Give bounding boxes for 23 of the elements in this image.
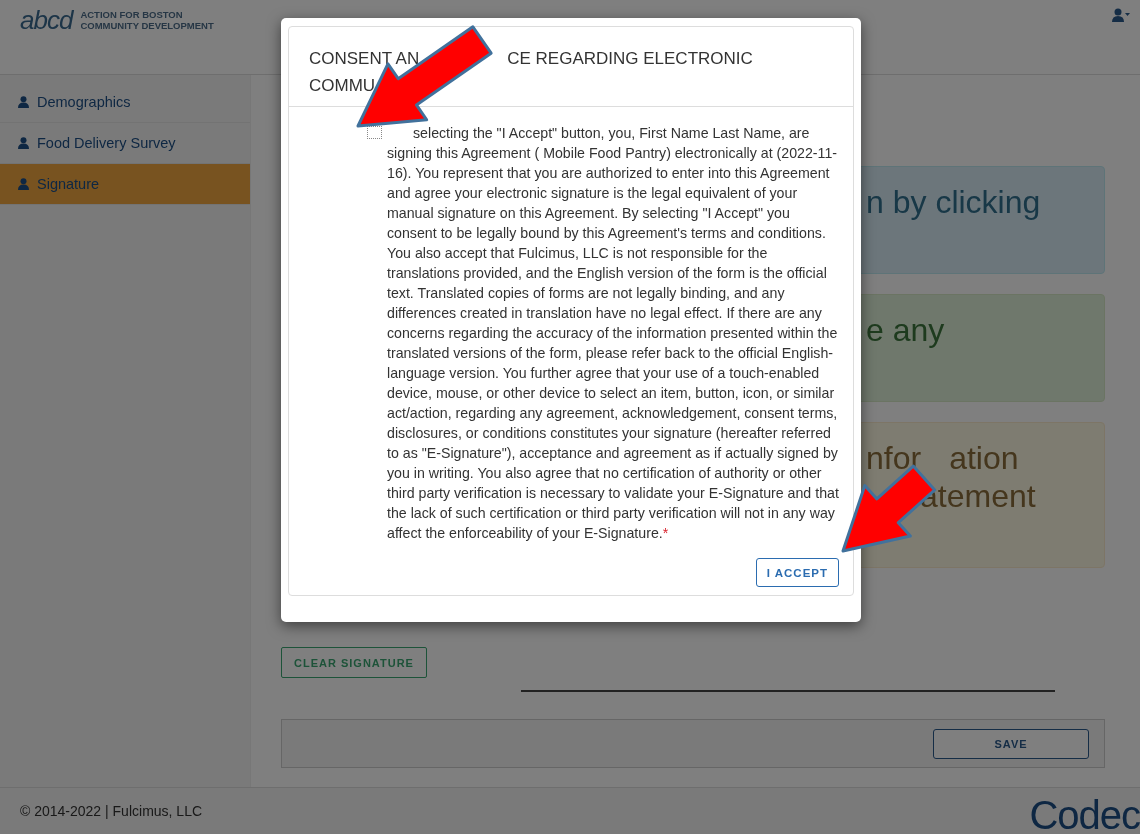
user-icon — [18, 137, 29, 149]
notice-text: n by clicking — [866, 183, 1041, 221]
consent-text: selecting the "I Accept" button, you, First Name Last Name, are signing this Agreement ( Mobile Food Pantry) electronically at (2022-11-16). You represent that you are authorized to enter into this Agreement and agree your electronic signature is the legal equivalent of your manual signature on this Agreement. By selecting "I Accept" you consent to be legally bound by this Agreement's terms and conditions. You also accept that Fulcimus, LLC is not responsible for the translations provided, and the English version of the form is the official text. Translated copies of forms are not legally binding, and any differences created in translation have no legal effect. If there are any concerns regarding the accuracy of the information presented within the translated versions of the form, please refer back to the official English-language version. You further agree that your use of a touch-enabled device, mouse, or other device to select an item, button, icon, or similar act/action, regarding any agreement, acknowledgement, consent terms, disclosures, or conditions constitutes your signature (hereafter referred to as "E-Signature"), acceptance and agreement as if actually signed by you in writing. You also agree that no certification of authority or other third party verification is necessary to validate your E-Signature and that the lack of such certification or third party verification will not in any way affect the enforceability of your E-Signature.* — [387, 124, 840, 543]
copyright-text: © 2014-2022 | Fulcimus, LLC — [20, 803, 203, 819]
notice-text: ation — [949, 439, 1019, 477]
organization-name: COMMUNITY DEVELOPMENT — [80, 20, 214, 31]
notice-text: nfor — [866, 439, 922, 477]
clear-signature-button[interactable]: CLEAR SIGNATURE — [281, 647, 427, 678]
organization-name: ACTION FOR BOSTON — [80, 9, 184, 20]
logo-wordmark: abcd — [20, 6, 73, 34]
user-icon — [18, 96, 29, 108]
consent-checkbox[interactable] — [367, 126, 382, 139]
brand-logo: Codec — [1029, 795, 1140, 834]
accept-button[interactable]: I ACCEPT — [755, 558, 839, 587]
sidebar-item[interactable]: Signature — [0, 164, 250, 205]
dialog-title: COMMU — [309, 75, 376, 97]
dialog-title: CE REGARDING ELECTRONIC — [507, 48, 753, 70]
sidebar-item[interactable]: Demographics — [0, 82, 250, 123]
user-icon — [18, 178, 29, 190]
dialog-title: CONSENT AN — [309, 48, 420, 70]
save-button[interactable]: SAVE — [933, 728, 1089, 759]
user-menu-icon[interactable] — [1112, 8, 1130, 22]
notice-text: e any — [866, 311, 945, 349]
